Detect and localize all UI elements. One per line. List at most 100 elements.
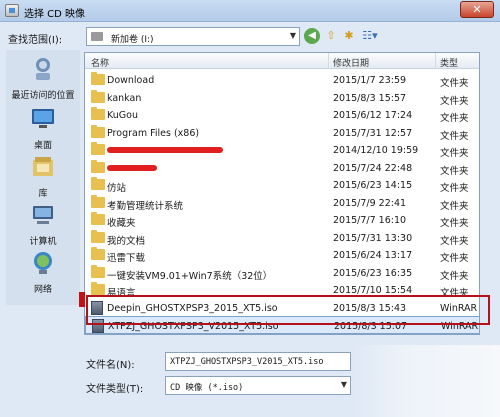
folder-icon xyxy=(91,247,105,260)
folder-icon xyxy=(91,282,105,295)
folder-icon xyxy=(91,212,105,225)
library-icon xyxy=(33,157,53,176)
up-folder-icon[interactable]: ⇧ xyxy=(324,28,338,44)
file-name: Download xyxy=(107,75,155,86)
file-date: 2015/7/24 22:48 xyxy=(333,162,413,174)
file-name: 我的文档 xyxy=(107,235,146,247)
place-library[interactable]: 库 xyxy=(6,154,80,199)
file-list[interactable]: 名称 修改日期 类型 Download 2015/1/7 23:59 文件夹 kank… xyxy=(84,52,480,335)
column-divider xyxy=(328,53,329,69)
file-date: 2015/7/31 13:30 xyxy=(333,232,413,244)
place-label: 最近访问的位置 xyxy=(11,91,75,101)
desktop-icon xyxy=(32,109,54,128)
chevron-down-icon[interactable]: ▼ xyxy=(290,31,296,40)
folder-icon xyxy=(91,72,105,85)
highlight-box xyxy=(86,295,490,325)
chevron-down-icon[interactable]: ▼ xyxy=(341,380,347,389)
file-type: 文件夹 xyxy=(440,165,469,177)
redaction-mark xyxy=(107,164,157,171)
filename-value: XTPZJ_GHOSTXPSP3_V2015_XT5.iso xyxy=(170,357,324,367)
redaction-mark xyxy=(107,147,223,153)
file-row[interactable]: kankan 2015/8/3 15:57 文件夹 xyxy=(85,89,479,107)
red-marker xyxy=(79,292,85,307)
file-date: 2015/7/9 22:41 xyxy=(333,197,407,209)
list-header: 名称 修改日期 类型 xyxy=(85,53,479,69)
file-row[interactable]: 迅雷下载 2015/6/24 13:17 文件夹 xyxy=(85,246,479,264)
filename-field[interactable]: XTPZJ_GHOSTXPSP3_V2015_XT5.iso xyxy=(165,352,351,371)
file-type: 文件夹 xyxy=(440,200,469,212)
place-desktop[interactable]: 桌面 xyxy=(6,106,80,151)
place-label: 网络 xyxy=(33,285,52,295)
folder-icon xyxy=(91,229,105,243)
file-row[interactable]: 一键安装VM9.01+Win7系统（32位） 2015/6/23 16:35 文件夹 xyxy=(85,264,479,282)
folder-icon xyxy=(91,177,105,190)
blurred-area xyxy=(356,345,500,417)
place-label: 计算机 xyxy=(29,237,57,247)
file-type: 文件夹 xyxy=(440,113,469,124)
file-date: 2015/6/12 17:24 xyxy=(333,110,413,121)
file-date: 2015/6/23 14:15 xyxy=(333,180,413,191)
file-row[interactable]: 收藏夹 2015/7/7 16:10 文件夹 xyxy=(85,211,479,229)
file-date: 2015/6/24 13:17 xyxy=(333,250,413,261)
file-date: 2014/12/10 19:59 xyxy=(333,145,419,156)
filetype-select[interactable]: CD 映像 (*.iso) ▼ xyxy=(165,376,351,395)
file-row[interactable]: 2015/7/24 22:48 文件夹 xyxy=(85,159,479,177)
place-recent[interactable]: 最近访问的位置 xyxy=(6,56,80,101)
file-date: 2015/7/31 12:57 xyxy=(333,127,413,139)
column-date[interactable]: 修改日期 xyxy=(333,56,369,69)
file-date: 2015/6/23 16:35 xyxy=(333,267,413,279)
file-row[interactable]: Download 2015/1/7 23:59 文件夹 xyxy=(85,71,479,89)
file-date: 2015/7/7 16:10 xyxy=(333,215,407,226)
folder-icon xyxy=(91,124,105,138)
cd-app-icon xyxy=(5,4,19,17)
column-type[interactable]: 类型 xyxy=(440,56,458,69)
lookin-label: 查找范围(I): xyxy=(8,35,63,46)
file-name: Program Files (x86) xyxy=(107,127,200,139)
title-bar[interactable]: 选择 CD 映像 ✕ xyxy=(0,0,500,22)
place-network[interactable]: 网络 xyxy=(6,250,80,295)
file-name: KuGou xyxy=(107,110,138,121)
file-row[interactable]: 考勤管理统计系统 2015/7/9 22:41 文件夹 xyxy=(85,194,479,212)
file-type: 文件夹 xyxy=(440,235,469,247)
file-type: 文件夹 xyxy=(440,148,469,159)
file-type: 文件夹 xyxy=(440,253,469,264)
file-row[interactable]: 仿站 2015/6/23 14:15 文件夹 xyxy=(85,176,479,194)
file-name: 迅雷下载 xyxy=(107,253,146,264)
column-name[interactable]: 名称 xyxy=(91,56,109,69)
file-name: 仿站 xyxy=(107,183,127,194)
close-button[interactable]: ✕ xyxy=(460,1,494,18)
folder-icon xyxy=(91,142,105,155)
file-type: 文件夹 xyxy=(440,218,469,229)
file-row[interactable]: 我的文档 2015/7/31 13:30 文件夹 xyxy=(85,229,479,247)
place-computer[interactable]: 计算机 xyxy=(6,202,80,247)
place-label: 库 xyxy=(38,189,48,199)
lookin-dropdown[interactable]: 新加卷 (I:) ▼ xyxy=(86,27,300,46)
file-row[interactable]: 2014/12/10 19:59 文件夹 xyxy=(85,141,479,159)
drive-icon xyxy=(91,32,103,41)
file-type: 文件夹 xyxy=(440,130,469,142)
file-date: 2015/8/3 15:57 xyxy=(333,92,407,104)
folder-icon xyxy=(91,89,105,103)
recent-places-icon xyxy=(36,58,50,80)
window-title: 选择 CD 映像 xyxy=(24,9,86,20)
file-type: 文件夹 xyxy=(440,95,469,107)
new-folder-icon[interactable]: ✱ xyxy=(341,28,357,44)
file-name: kankan xyxy=(107,92,142,104)
folder-icon xyxy=(91,107,105,120)
view-menu-icon[interactable]: ☷▾ xyxy=(360,28,380,44)
filetype-value: CD 映像 (*.iso) xyxy=(170,383,244,393)
back-arrow-icon[interactable]: ◀ xyxy=(304,28,320,44)
file-row[interactable]: Program Files (x86) 2015/7/31 12:57 文件夹 xyxy=(85,124,479,142)
file-name: 一键安装VM9.01+Win7系统（32位） xyxy=(107,270,273,282)
network-icon xyxy=(34,252,52,274)
file-name: 收藏夹 xyxy=(107,218,136,229)
filename-label: 文件名(N): xyxy=(86,360,135,371)
column-divider xyxy=(435,53,436,69)
file-type: 文件夹 xyxy=(440,78,469,89)
lookin-value: 新加卷 (I:) xyxy=(111,35,154,45)
folder-icon xyxy=(91,194,105,208)
filetype-label: 文件类型(T): xyxy=(86,384,144,395)
file-date: 2015/1/7 23:59 xyxy=(333,75,407,86)
file-row[interactable]: KuGou 2015/6/12 17:24 文件夹 xyxy=(85,106,479,124)
folder-icon xyxy=(91,264,105,278)
